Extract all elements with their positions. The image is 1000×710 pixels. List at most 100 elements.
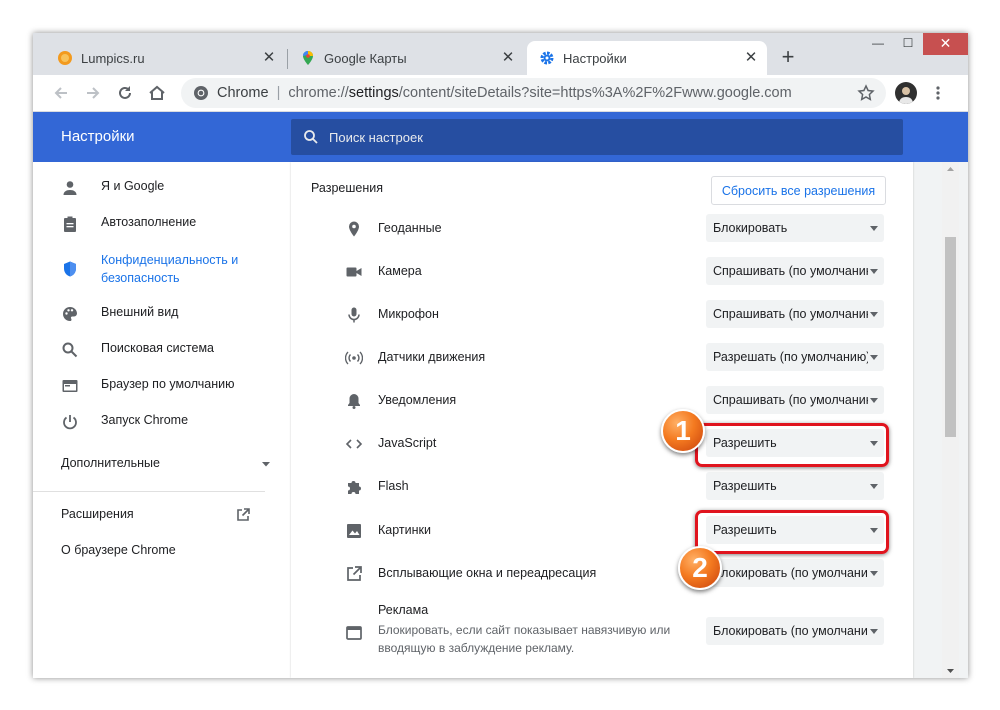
page-title: Настройки — [61, 128, 135, 145]
caret-down-icon — [870, 629, 878, 634]
url-host: settings — [348, 85, 399, 101]
tab-settings[interactable]: Настройки ✕ — [527, 41, 767, 75]
sidebar-advanced-label: Дополнительные — [61, 456, 160, 470]
url-path: /content/siteDetails?site=https%3A%2F%2F… — [398, 85, 792, 101]
camera-icon — [346, 267, 362, 277]
permission-label: Микрофон — [378, 307, 439, 321]
caret-down-icon — [870, 484, 878, 489]
reload-button[interactable] — [113, 81, 137, 105]
settings-search-input[interactable]: Поиск настроек — [291, 119, 903, 155]
caret-down-icon — [870, 226, 878, 231]
sidebar-extensions-label: Расширения — [61, 507, 134, 521]
permission-row-flash: Flash Разрешить — [291, 465, 913, 508]
permission-select[interactable]: Блокировать (по умолчанию) — [706, 559, 884, 587]
reload-icon — [119, 86, 131, 99]
close-tab-icon[interactable]: ✕ — [500, 50, 516, 66]
sidebar-item-advanced[interactable]: Дополнительные — [33, 456, 271, 470]
permission-row-location: Геоданные Блокировать — [291, 207, 913, 250]
permission-row-ads: Реклама Блокировать, если сайт показывае… — [291, 601, 913, 663]
permission-description: Блокировать, если сайт показывает навязч… — [378, 623, 671, 655]
site-chip: Chrome — [217, 85, 269, 101]
sidebar-item-label: Поисковая система — [101, 341, 214, 355]
permission-select[interactable]: Спрашивать (по умолчанию) — [706, 257, 884, 285]
maps-icon — [303, 51, 313, 65]
back-button[interactable] — [49, 81, 73, 105]
arrow-drop-down-icon — [262, 462, 270, 467]
sidebar-item-autofill[interactable]: Автозаполнение — [33, 215, 291, 233]
close-window-button[interactable]: ✕ — [923, 33, 968, 55]
permission-row-camera: Камера Спрашивать (по умолчанию) — [291, 250, 913, 293]
avatar[interactable] — [895, 82, 917, 104]
arrow-left-icon — [54, 87, 67, 99]
address-bar[interactable]: Chrome | chrome://settings/content/siteD… — [181, 78, 886, 108]
sidebar-item-extensions[interactable]: Расширения — [33, 507, 251, 523]
scrollbar-thumb[interactable] — [945, 237, 956, 437]
caret-down-icon — [870, 398, 878, 403]
sidebar-item-label: Конфиденциальность и безопасность — [101, 253, 239, 285]
permission-select[interactable]: Блокировать — [706, 214, 884, 242]
permission-value: Блокировать — [713, 221, 788, 235]
sidebar-item-label: Браузер по умолчанию — [101, 377, 235, 391]
home-icon — [149, 85, 165, 100]
gear-icon — [540, 51, 554, 65]
location-icon — [349, 221, 359, 237]
permission-value: Разрешать (по умолчанию) — [713, 350, 868, 364]
permission-label: Картинки — [378, 523, 431, 537]
caret-down-icon — [870, 269, 878, 274]
menu-button[interactable] — [926, 81, 950, 105]
tab-lumpics[interactable]: Lumpics.ru ✕ — [45, 41, 285, 75]
bookmark-button[interactable] — [854, 81, 878, 105]
orange-icon — [58, 51, 72, 65]
sidebar-item-about-chrome[interactable]: О браузере Chrome — [33, 543, 319, 557]
sidebar-item-appearance[interactable]: Внешний вид — [33, 305, 291, 323]
permission-row-notifications: Уведомления Спрашивать (по умолчанию) — [291, 379, 913, 422]
sidebar-item-search-engine[interactable]: Поисковая система — [33, 341, 291, 359]
bell-icon — [348, 394, 360, 409]
permission-label: Датчики движения — [378, 350, 486, 364]
permission-select[interactable]: Спрашивать (по умолчанию) — [706, 386, 884, 414]
external-window-icon — [347, 566, 362, 581]
permission-value: Спрашивать (по умолчанию) — [713, 393, 868, 407]
permission-value: Блокировать (по умолчанию) — [713, 624, 868, 638]
home-button[interactable] — [145, 81, 169, 105]
permission-label: Камера — [378, 264, 422, 278]
highlight-javascript — [695, 423, 889, 467]
permission-row-motion-sensors: Датчики движения Разрешать (по умолчанию… — [291, 336, 913, 379]
new-tab-button[interactable]: + — [777, 46, 799, 69]
minimize-button[interactable]: — — [863, 33, 893, 55]
star-icon — [857, 84, 875, 101]
sidebar-item-default-browser[interactable]: Браузер по умолчанию — [33, 377, 291, 395]
close-tab-icon[interactable]: ✕ — [743, 50, 759, 66]
caret-down-icon — [870, 571, 878, 576]
microphone-icon — [348, 307, 360, 323]
image-icon — [347, 524, 361, 538]
settings-sidebar: Я и Google Автозаполнение Конфиденциальн… — [33, 162, 291, 678]
power-icon — [63, 415, 77, 430]
permission-value: Разрешить — [713, 479, 777, 493]
permission-select[interactable]: Разрешить — [706, 472, 884, 500]
tab-google-maps[interactable]: Google Карты ✕ — [288, 41, 524, 75]
sidebar-item-on-startup[interactable]: Запуск Chrome — [33, 413, 291, 431]
close-tab-icon[interactable]: ✕ — [261, 50, 277, 66]
maximize-button[interactable]: ☐ — [893, 33, 923, 55]
permission-value: Спрашивать (по умолчанию) — [713, 307, 868, 321]
ads-window-icon — [346, 626, 362, 640]
scrollbar[interactable] — [942, 162, 959, 678]
sidebar-item-privacy[interactable]: Конфиденциальность и безопасность — [33, 251, 291, 287]
person-icon — [63, 181, 77, 195]
sidebar-item-you-and-google[interactable]: Я и Google — [33, 179, 291, 197]
forward-button[interactable] — [81, 81, 105, 105]
arrow-right-icon — [87, 87, 100, 99]
highlight-images — [695, 510, 889, 554]
open-in-new-icon — [237, 508, 250, 521]
scroll-up-icon[interactable] — [942, 162, 959, 176]
code-icon — [345, 439, 363, 449]
permission-select[interactable]: Спрашивать (по умолчанию) — [706, 300, 884, 328]
permission-select[interactable]: Разрешать (по умолчанию) — [706, 343, 884, 371]
caret-down-icon — [870, 312, 878, 317]
scroll-down-icon[interactable] — [942, 664, 959, 678]
tab-title: Lumpics.ru — [81, 50, 145, 66]
step-badge-2: 2 — [678, 546, 722, 590]
permission-select[interactable]: Блокировать (по умолчанию) — [706, 617, 884, 645]
reset-permissions-button[interactable]: Сбросить все разрешения — [711, 176, 886, 205]
